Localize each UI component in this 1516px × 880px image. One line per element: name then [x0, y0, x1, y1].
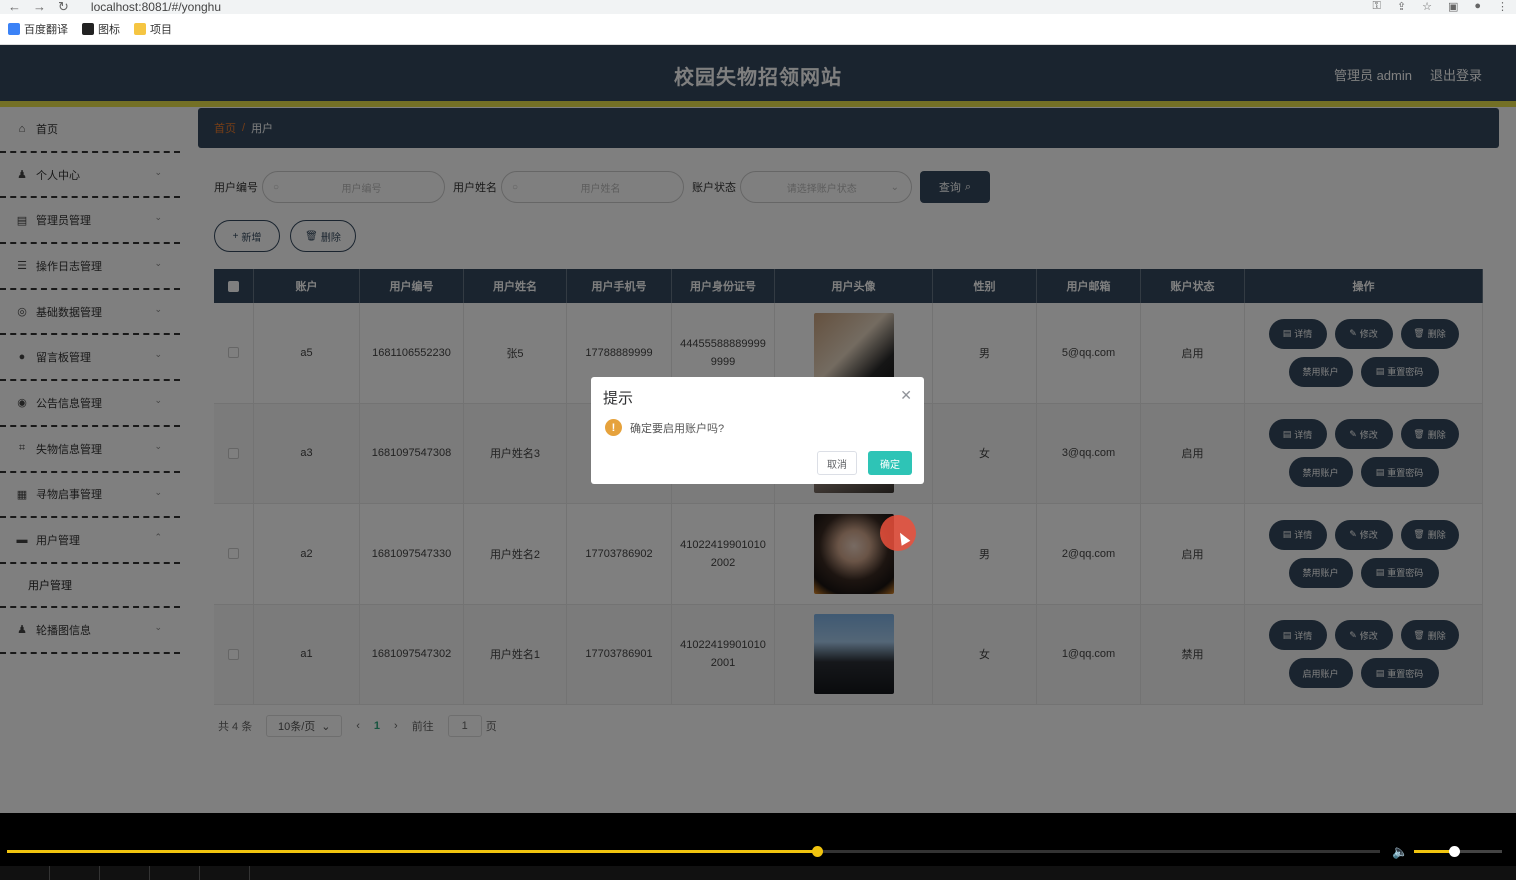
control-slot[interactable]: [50, 866, 100, 880]
image-icon: [82, 23, 94, 35]
volume-handle[interactable]: [1448, 846, 1460, 857]
video-player-bar: 🔈: [0, 813, 1516, 880]
browser-nav: ← → ↻: [8, 0, 69, 15]
dialog-message: 确定要启用账户吗?: [630, 422, 725, 435]
dialog-title: 提示: [603, 390, 634, 407]
control-slot[interactable]: [100, 866, 150, 880]
browser-toolbar: ← → ↻ localhost:8081/#/yonghu ⚿ ⇪ ☆ ▣ ● …: [0, 0, 1516, 14]
volume-icon[interactable]: 🔈: [1392, 844, 1408, 860]
close-icon[interactable]: ✕: [900, 387, 912, 404]
volume-fill: [1414, 850, 1454, 853]
bookmark-project[interactable]: 项目: [134, 21, 172, 37]
player-controls: [0, 866, 1516, 880]
translate-icon: [8, 23, 20, 35]
share-icon[interactable]: ⇪: [1397, 0, 1406, 13]
app-root: 校园失物招领网站 管理员 admin 退出登录 ⌂首页 ♟个人中心⌄ ▤管理员管…: [0, 45, 1516, 813]
profile-icon[interactable]: ●: [1474, 0, 1481, 13]
forward-icon[interactable]: →: [33, 0, 46, 15]
browser-actions: ⚿ ⇪ ☆ ▣ ● ⋮: [1372, 0, 1508, 13]
control-slot[interactable]: [200, 866, 250, 880]
key-icon[interactable]: ⚿: [1372, 0, 1380, 13]
folder-icon: [134, 23, 146, 35]
seek-progress: [7, 850, 818, 853]
confirm-dialog: 提示 ✕ ! 确定要启用账户吗? 取消 确定: [591, 377, 924, 484]
reload-icon[interactable]: ↻: [58, 0, 69, 15]
seek-handle[interactable]: [812, 846, 824, 857]
warning-icon: !: [605, 419, 622, 436]
control-slot[interactable]: [0, 866, 50, 880]
bookmark-icons[interactable]: 图标: [82, 21, 120, 37]
confirm-button[interactable]: 确定: [868, 451, 912, 475]
bookmark-translate[interactable]: 百度翻译: [8, 21, 68, 37]
dialog-message-row: ! 确定要启用账户吗?: [605, 419, 724, 436]
bookmarks-bar: 百度翻译 图标 项目: [0, 14, 1516, 45]
sidepanel-icon[interactable]: ▣: [1448, 0, 1458, 13]
cancel-button[interactable]: 取消: [817, 451, 857, 475]
star-icon[interactable]: ☆: [1422, 0, 1432, 13]
address-bar[interactable]: localhost:8081/#/yonghu: [91, 0, 221, 14]
back-icon[interactable]: ←: [8, 0, 21, 15]
more-icon[interactable]: ⋮: [1497, 0, 1508, 13]
control-slot[interactable]: [150, 866, 200, 880]
